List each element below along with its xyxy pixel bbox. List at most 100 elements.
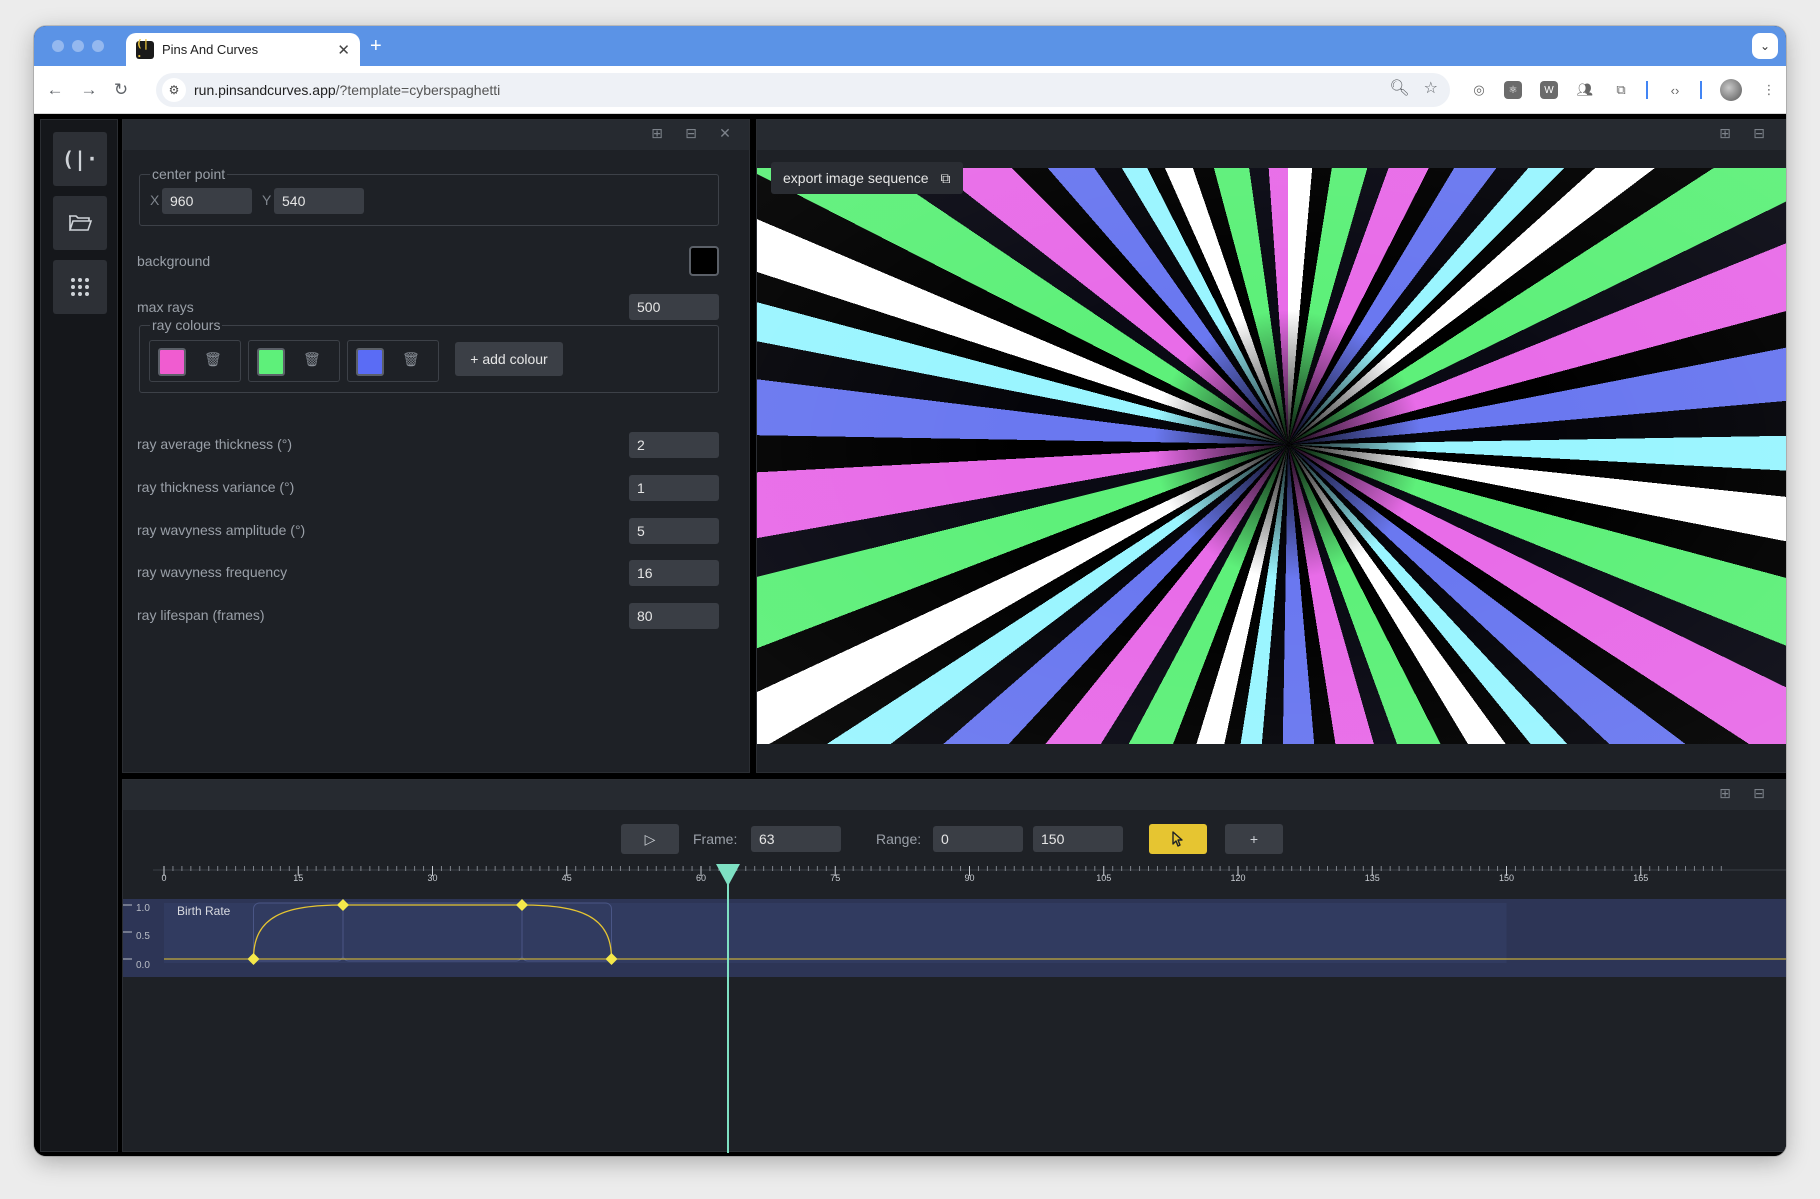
ray-lifespan-input[interactable]: 80 xyxy=(629,603,719,629)
export-label: export image sequence xyxy=(783,170,929,186)
center-point-group: center point X 960 Y 540 xyxy=(139,166,719,226)
split-vertical-icon[interactable]: ⊞ xyxy=(1715,785,1735,802)
toolbar-divider xyxy=(1646,81,1648,99)
trash-icon[interactable]: 🗑︎ xyxy=(204,351,222,368)
logo-icon: (|· xyxy=(61,147,99,171)
back-arrow-icon[interactable]: ← xyxy=(42,77,68,103)
browser-toolbar: ← → ↻ ⚙ run.pinsandcurves.app/?template=… xyxy=(34,66,1786,114)
profile-avatar[interactable] xyxy=(1720,79,1742,101)
forward-arrow-icon[interactable]: → xyxy=(76,77,102,103)
browser-window: (|· Pins And Curves ✕ + ⌄ ← → ↻ ⚙ run.pi… xyxy=(34,26,1786,1156)
range-label: Range: xyxy=(876,831,922,847)
reload-icon[interactable]: ↻ xyxy=(108,77,134,103)
y-axis-label: 1.0 xyxy=(136,903,150,914)
tab-strip: (|· Pins And Curves ✕ + ⌄ xyxy=(34,26,1786,66)
extensions-puzzle-icon[interactable]: ⧉ xyxy=(1610,79,1632,101)
extension-people-icon[interactable]: 👥︎ xyxy=(1574,79,1596,101)
center-y-input[interactable]: 540 xyxy=(274,188,364,214)
select-tool-button[interactable] xyxy=(1149,824,1207,854)
frame-input[interactable]: 63 xyxy=(751,826,841,852)
address-bar[interactable]: ⚙ run.pinsandcurves.app/?template=cybers… xyxy=(156,73,1450,107)
ray-average-thickness-input[interactable]: 2 xyxy=(629,432,719,458)
devtools-code-icon[interactable]: ‹› xyxy=(1664,79,1686,101)
trash-icon[interactable]: 🗑︎ xyxy=(402,351,420,368)
plus-icon: + xyxy=(1249,831,1259,847)
new-tab-button[interactable]: + xyxy=(370,34,382,58)
open-folder-button[interactable] xyxy=(53,196,107,250)
render-canvas[interactable] xyxy=(757,168,1786,744)
ray-wavyness-amplitude-input[interactable]: 5 xyxy=(629,518,719,544)
minimize-window-dot[interactable] xyxy=(72,40,84,52)
export-image-sequence-button[interactable]: export image sequence ⧉ xyxy=(771,162,963,194)
app-logo-button[interactable]: (|· xyxy=(53,132,107,186)
ray-colour-swatch[interactable] xyxy=(158,348,186,376)
zoom-window-dot[interactable] xyxy=(92,40,104,52)
ray-thickness-variance-input[interactable]: 1 xyxy=(629,475,719,501)
export-icon: ⧉ xyxy=(940,169,951,186)
ruler-tick-label: 75 xyxy=(830,873,841,883)
browser-tab[interactable]: (|· Pins And Curves ✕ xyxy=(126,33,360,66)
ruler-tick-label: 150 xyxy=(1498,873,1515,883)
curve-track[interactable]: Birth Rate 1.0 0.5 0.0 xyxy=(123,899,1786,977)
add-keyframe-button[interactable]: + xyxy=(1225,824,1283,854)
ray-colour-swatch[interactable] xyxy=(356,348,384,376)
y-label: Y xyxy=(262,192,272,208)
extension-circle-icon[interactable]: ◎ xyxy=(1468,79,1490,101)
browser-menu-icon[interactable]: ⋮ xyxy=(1758,79,1780,101)
y-axis-label: 0.5 xyxy=(136,931,150,942)
split-vertical-icon[interactable]: ⊞ xyxy=(647,125,667,142)
track-name: Birth Rate xyxy=(177,904,231,918)
background-color-swatch[interactable] xyxy=(689,246,719,276)
close-tab-icon[interactable]: ✕ xyxy=(337,41,350,59)
play-icon: ▷ xyxy=(644,830,656,847)
split-horizontal-icon[interactable]: ⊟ xyxy=(1749,785,1769,802)
tab-search-chevron-icon[interactable]: ⌄ xyxy=(1752,33,1778,59)
site-settings-icon[interactable]: ⚙ xyxy=(162,78,186,102)
center-x-input[interactable]: 960 xyxy=(162,188,252,214)
split-vertical-icon[interactable]: ⊞ xyxy=(1715,125,1735,142)
max-rays-input[interactable]: 500 xyxy=(629,294,719,320)
ray-colour-swatch[interactable] xyxy=(257,348,285,376)
url-text[interactable]: run.pinsandcurves.app/?template=cyberspa… xyxy=(194,82,500,98)
close-window-dot[interactable] xyxy=(52,40,64,52)
trash-icon[interactable]: 🗑︎ xyxy=(303,351,321,368)
ray-colour-item: 🗑︎ xyxy=(248,340,340,382)
apps-grid-button[interactable] xyxy=(53,260,107,314)
app-favicon-icon: (|· xyxy=(136,37,154,63)
playhead-handle[interactable] xyxy=(715,864,740,886)
range-start-input[interactable]: 0 xyxy=(933,826,1023,852)
ray-wavyness-frequency-input[interactable]: 16 xyxy=(629,560,719,586)
timeline-panel: ⊞ ⊟ ✕ ▷ Frame: 63 Range: 0 150 + 0 15 30 45… xyxy=(122,779,1786,1153)
close-panel-icon[interactable]: ✕ xyxy=(1783,785,1786,802)
ruler-tick-label: 105 xyxy=(1096,873,1112,883)
max-rays-label: max rays xyxy=(137,299,194,315)
preview-panel: ⊞ ⊟ ✕ export image sequence ⧉ xyxy=(756,119,1786,773)
split-horizontal-icon[interactable]: ⊟ xyxy=(681,125,701,142)
timeline-ruler[interactable]: 0 15 30 45 60 75 90 105 120 135 150 165 xyxy=(123,864,1786,898)
bookmark-star-icon[interactable]: ☆ xyxy=(1424,78,1438,98)
prop-label: ray thickness variance (°) xyxy=(137,479,295,495)
prop-label: ray average thickness (°) xyxy=(137,436,292,452)
range-end-input[interactable]: 150 xyxy=(1033,826,1123,852)
add-colour-button[interactable]: + add colour xyxy=(455,342,563,376)
play-button[interactable]: ▷ xyxy=(621,824,679,854)
properties-panel: ⊞ ⊟ ✕ center point X 960 Y 540 backgroun… xyxy=(122,119,750,773)
close-panel-icon[interactable]: ✕ xyxy=(715,125,735,142)
ray-colours-legend: ray colours xyxy=(150,317,223,333)
grid-dots-icon xyxy=(71,278,89,296)
extension-react-icon[interactable]: ⚛ xyxy=(1504,81,1522,99)
playhead-line xyxy=(726,876,729,1153)
extension-w-icon[interactable]: W xyxy=(1540,81,1558,99)
ray-colour-item: 🗑︎ xyxy=(347,340,439,382)
ruler-tick-label: 30 xyxy=(427,873,438,883)
close-panel-icon[interactable]: ✕ xyxy=(1783,125,1786,142)
split-horizontal-icon[interactable]: ⊟ xyxy=(1749,125,1769,142)
center-point-legend: center point xyxy=(150,166,228,182)
ruler-tick-label: 15 xyxy=(293,873,304,883)
prop-label: ray wavyness amplitude (°) xyxy=(137,522,306,538)
folder-icon xyxy=(68,215,93,231)
zoom-magnifier-icon[interactable]: 🔍︎ xyxy=(1389,78,1409,98)
curve-graph[interactable] xyxy=(123,899,1786,977)
ruler-tick-label: 0 xyxy=(161,873,167,883)
y-axis-label: 0.0 xyxy=(136,960,150,971)
